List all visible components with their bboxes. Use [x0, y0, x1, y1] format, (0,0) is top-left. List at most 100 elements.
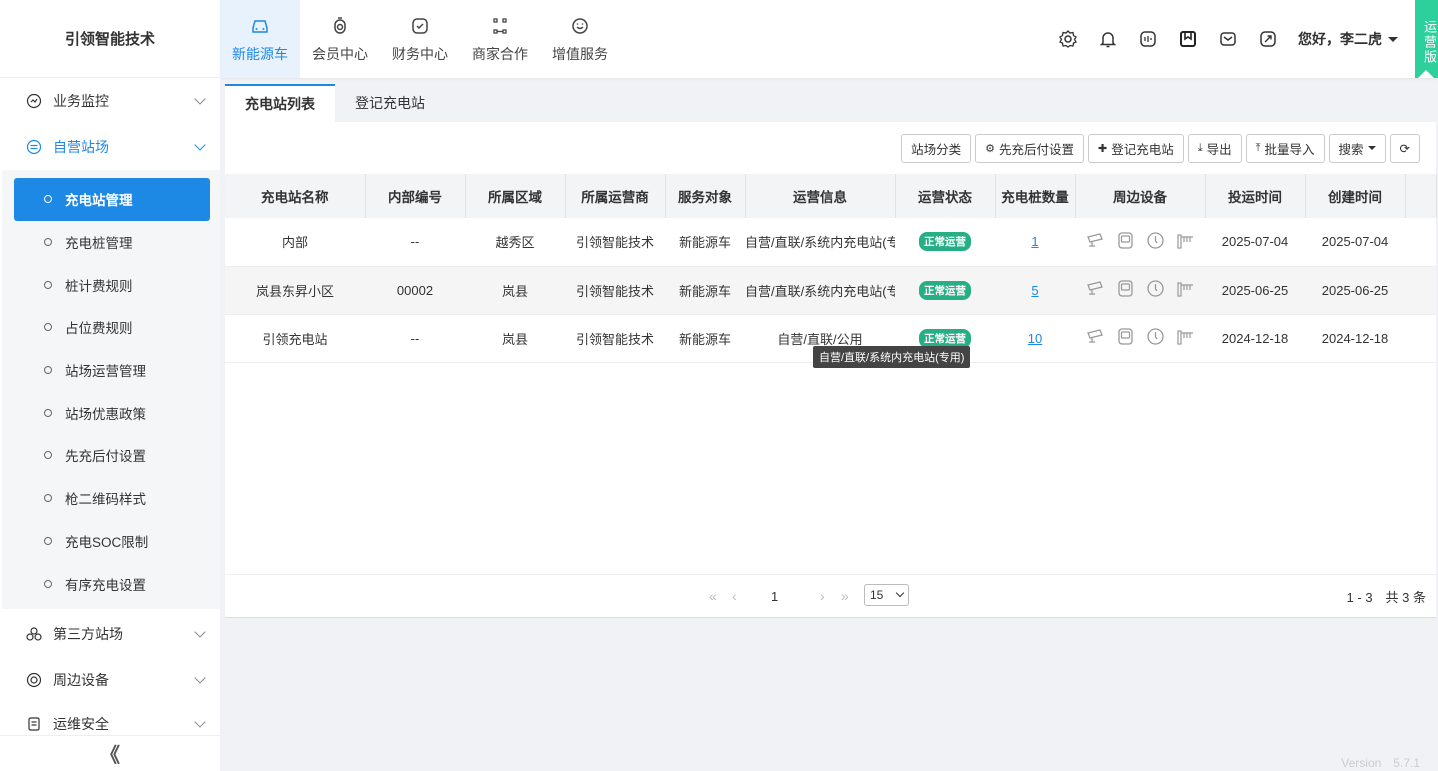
cell-spacer: [1405, 314, 1436, 363]
topnav-member[interactable]: 会员中心: [300, 0, 380, 78]
table-row[interactable]: 岚县东昇小区 00002 岚县 引领智能技术 新能源车 自营/直联/系统内充电站…: [225, 266, 1436, 315]
display-icon[interactable]: [1116, 279, 1135, 298]
refresh-button[interactable]: ⟳: [1389, 133, 1420, 163]
chart-icon[interactable]: [1138, 29, 1158, 49]
register-station-button[interactable]: ✚ 登记充电站: [1087, 133, 1184, 163]
lock-icon[interactable]: [1146, 327, 1165, 346]
sidebar-group-device[interactable]: 周边设备: [0, 657, 220, 703]
current-page[interactable]: 1: [771, 589, 778, 604]
status-badge: 正常运营: [919, 280, 971, 300]
pagination-info: 1 - 3 共 3 条: [1346, 589, 1426, 605]
sidebar-item-label: 充电SOC限制: [65, 534, 149, 550]
last-page-icon[interactable]: »: [841, 588, 849, 604]
cell-pile-count: 5: [995, 266, 1075, 315]
cell-devices: [1075, 314, 1205, 363]
topnav-service[interactable]: 增值服务: [540, 0, 620, 78]
button-label: 搜索: [1338, 142, 1364, 157]
bullet-icon: [44, 451, 52, 460]
search-button[interactable]: 搜索: [1328, 133, 1386, 163]
topnav-new-energy[interactable]: 新能源车: [220, 0, 300, 78]
column-header[interactable]: 创建时间: [1305, 174, 1406, 218]
prepay-setting-button[interactable]: ⚙ 先充后付设置: [975, 133, 1084, 163]
bullet-icon: [44, 323, 52, 332]
collapse-sidebar-button[interactable]: 《: [0, 735, 220, 771]
sidebar-item-label: 先充后付设置: [65, 449, 146, 465]
camera-icon[interactable]: [1086, 279, 1105, 298]
sidebar-item-label: 枪二维码样式: [65, 492, 146, 508]
partner-icon: [493, 17, 507, 34]
cell-pile-count: 1: [995, 218, 1075, 267]
column-header[interactable]: 充电站名称: [225, 174, 366, 218]
topnav-label: 商家合作: [472, 45, 528, 62]
device-icon: [26, 672, 42, 687]
cell-region: 岚县: [465, 266, 565, 315]
column-header[interactable]: 周边设备: [1075, 174, 1206, 218]
column-header[interactable]: 服务对象: [665, 174, 746, 218]
user-greeting: 您好，李二虎: [1298, 31, 1382, 47]
pile-count-link[interactable]: 5: [1031, 283, 1038, 298]
barrier-gate-icon[interactable]: [1176, 231, 1195, 250]
page-size-select[interactable]: 15: [864, 584, 909, 606]
topnav-finance[interactable]: 财务中心: [380, 0, 460, 78]
sidebar-item-station-manage[interactable]: 充电站管理: [14, 178, 210, 221]
sidebar-item-occupy-rule[interactable]: 占位费规则: [14, 306, 210, 349]
sidebar-item-prepay[interactable]: 先充后付设置: [14, 434, 210, 477]
sidebar-item-ordered-charging[interactable]: 有序充电设置: [14, 562, 210, 605]
topnav-partner[interactable]: 商家合作: [460, 0, 540, 78]
camera-icon[interactable]: [1086, 327, 1105, 346]
sidebar-item-soc-limit[interactable]: 充电SOC限制: [14, 520, 210, 563]
gear-icon[interactable]: [1058, 29, 1078, 49]
sidebar-item-billing-rule[interactable]: 桩计费规则: [14, 263, 210, 306]
pile-count-link[interactable]: 1: [1031, 234, 1038, 249]
column-header[interactable]: 内部编号: [365, 174, 466, 218]
cell-start-time: 2025-07-04: [1205, 218, 1305, 267]
caret-down-icon: [1367, 146, 1376, 150]
status-badge: 正常运营: [919, 232, 971, 252]
column-header[interactable]: 运营信息: [745, 174, 896, 218]
display-icon[interactable]: [1116, 327, 1135, 346]
batch-import-button[interactable]: ⤒ 批量导入: [1245, 133, 1325, 163]
sidebar-group-self-station[interactable]: 自营站场: [0, 124, 220, 170]
sidebar-item-label: 充电桩管理: [65, 236, 133, 252]
pile-count-link[interactable]: 10: [1028, 331, 1042, 346]
table-row[interactable]: 内部 -- 越秀区 引领智能技术 新能源车 自营/直联/系统内充电站(专用) 正…: [225, 218, 1436, 267]
station-category-button[interactable]: 站场分类: [901, 133, 972, 163]
barrier-gate-icon[interactable]: [1176, 279, 1195, 298]
prev-page-icon[interactable]: ‹: [732, 588, 737, 604]
topnav-label: 增值服务: [552, 45, 608, 62]
cell-service-target: 新能源车: [665, 218, 745, 267]
lock-icon[interactable]: [1146, 279, 1165, 298]
mail-icon[interactable]: [1218, 29, 1238, 49]
column-header[interactable]: 投运时间: [1205, 174, 1306, 218]
button-label: 批量导入: [1264, 142, 1315, 157]
edition-badge: 运营版: [1415, 0, 1438, 78]
first-page-icon[interactable]: «: [709, 588, 717, 604]
display-icon[interactable]: [1116, 231, 1135, 250]
sidebar-item-discount[interactable]: 站场优惠政策: [14, 391, 210, 434]
next-page-icon[interactable]: ›: [820, 588, 825, 604]
cell-status: 正常运营: [895, 266, 995, 315]
barrier-gate-icon[interactable]: [1176, 327, 1195, 346]
export-button[interactable]: ⤓ 导出: [1187, 133, 1242, 163]
camera-icon[interactable]: [1086, 231, 1105, 250]
book-icon[interactable]: [1178, 29, 1198, 49]
lock-icon[interactable]: [1146, 231, 1165, 250]
bell-icon[interactable]: [1098, 29, 1118, 49]
tab-station-list[interactable]: 充电站列表: [225, 84, 335, 122]
column-header[interactable]: 充电桩数量: [995, 174, 1076, 218]
sidebar-item-station-ops[interactable]: 站场运营管理: [14, 349, 210, 392]
cell-station-name: 岚县东昇小区: [225, 266, 365, 315]
column-header[interactable]: 所属运营商: [565, 174, 666, 218]
sidebar-group-third-party[interactable]: 第三方站场: [0, 611, 220, 657]
fullscreen-icon[interactable]: [1258, 29, 1278, 49]
column-header[interactable]: 所属区域: [465, 174, 566, 218]
sidebar-item-pile-manage[interactable]: 充电桩管理: [14, 221, 210, 264]
sidebar-item-qr-style[interactable]: 枪二维码样式: [14, 477, 210, 520]
device-icons: [1086, 327, 1195, 346]
station-table: 充电站名称 内部编号 所属区域 所属运营商 服务对象 运营信息 运营状态 充电桩…: [225, 174, 1437, 363]
tab-register-station[interactable]: 登记充电站: [335, 84, 445, 122]
column-header[interactable]: 运营状态: [895, 174, 996, 218]
sidebar-group-monitor[interactable]: 业务监控: [0, 78, 220, 124]
user-menu[interactable]: 您好，李二虎: [1298, 29, 1398, 49]
cell-created-time: 2024-12-18: [1305, 314, 1405, 363]
